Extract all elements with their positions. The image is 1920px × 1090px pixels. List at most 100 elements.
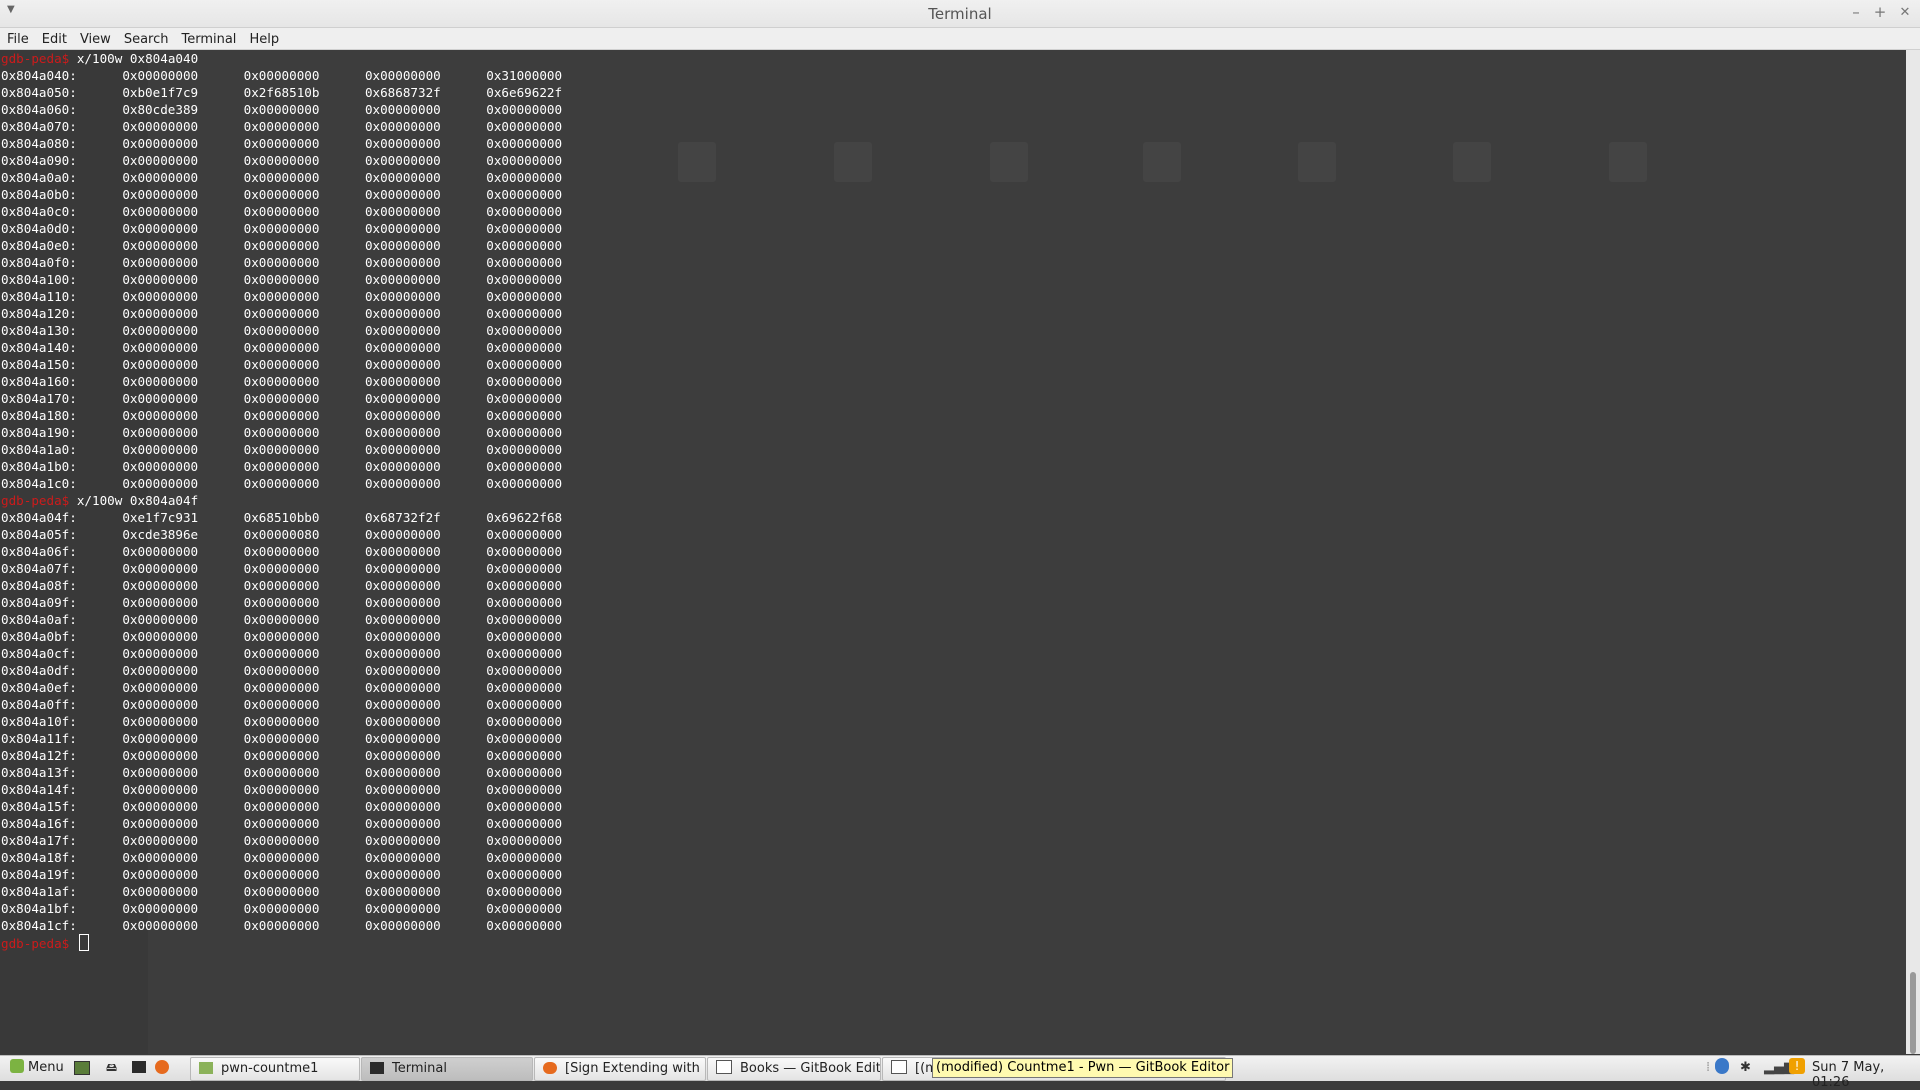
active-command-line: gdb-peda$: [1, 934, 562, 952]
memory-row: 0x804a07f: 0x00000000 0x00000000 0x00000…: [1, 561, 563, 576]
memory-row: 0x804a14f: 0x00000000 0x00000000 0x00000…: [1, 782, 563, 797]
menu-terminal[interactable]: Terminal: [174, 30, 242, 47]
show-desktop-icon[interactable]: [74, 1057, 92, 1079]
memory-row: 0x804a100: 0x00000000 0x00000000 0x00000…: [1, 272, 563, 287]
window-title: Terminal: [928, 5, 992, 23]
clock[interactable]: Sun 7 May, 01:26: [1812, 1060, 1920, 1090]
gdb-prompt: gdb-peda$: [1, 936, 70, 951]
memory-row: 0x804a0df: 0x00000000 0x00000000 0x00000…: [1, 663, 563, 678]
memory-row: 0x804a050: 0xb0e1f7c9 0x2f68510b 0x68687…: [1, 85, 563, 100]
memory-row: 0x804a040: 0x00000000 0x00000000 0x00000…: [1, 68, 563, 83]
memory-row: 0x804a140: 0x00000000 0x00000000 0x00000…: [1, 340, 563, 355]
memory-row: 0x804a170: 0x00000000 0x00000000 0x00000…: [1, 391, 563, 406]
command-line: gdb-peda$ x/100w 0x804a04f: [1, 492, 562, 509]
memory-row: 0x804a0b0: 0x00000000 0x00000000 0x00000…: [1, 187, 563, 202]
memory-row: 0x804a1b0: 0x00000000 0x00000000 0x00000…: [1, 459, 563, 474]
menubar: File Edit View Search Terminal Help: [0, 28, 1920, 50]
menu-view[interactable]: View: [73, 30, 117, 47]
tray-separator: ⁞: [1706, 1060, 1711, 1075]
memory-row: 0x804a080: 0x00000000 0x00000000 0x00000…: [1, 136, 563, 151]
text-cursor[interactable]: [78, 934, 89, 951]
window-icon: [716, 1060, 732, 1074]
start-menu-button[interactable]: Menu: [4, 1057, 68, 1079]
memory-row: 0x804a1bf: 0x00000000 0x00000000 0x00000…: [1, 901, 563, 916]
menu-file[interactable]: File: [0, 30, 35, 47]
memory-row: 0x804a190: 0x00000000 0x00000000 0x00000…: [1, 425, 563, 440]
memory-row: 0x804a1af: 0x00000000 0x00000000 0x00000…: [1, 884, 563, 899]
memory-row: 0x804a17f: 0x00000000 0x00000000 0x00000…: [1, 833, 563, 848]
memory-row: 0x804a04f: 0xe1f7c931 0x68510bb0 0x68732…: [1, 510, 563, 525]
memory-row: 0x804a0d0: 0x00000000 0x00000000 0x00000…: [1, 221, 563, 236]
menu-help[interactable]: Help: [242, 30, 285, 47]
menu-search[interactable]: Search: [117, 30, 175, 47]
menu-edit[interactable]: Edit: [35, 30, 73, 47]
memory-dump-1: 0x804a040: 0x00000000 0x00000000 0x00000…: [1, 67, 562, 492]
memory-row: 0x804a0a0: 0x00000000 0x00000000 0x00000…: [1, 170, 563, 185]
terminal-output: gdb-peda$ x/100w 0x804a040 0x804a040: 0x0…: [1, 50, 562, 952]
window-icon: [891, 1060, 907, 1074]
memory-row: 0x804a120: 0x00000000 0x00000000 0x00000…: [1, 306, 563, 321]
window-titlebar[interactable]: ▼ Terminal – + ✕: [0, 0, 1920, 28]
taskbar-window-gitbook-books[interactable]: Books — GitBook Editor: [707, 1057, 881, 1081]
background-file-icon: [1453, 142, 1491, 182]
memory-row: 0x804a12f: 0x00000000 0x00000000 0x00000…: [1, 748, 563, 763]
memory-row: 0x804a130: 0x00000000 0x00000000 0x00000…: [1, 323, 563, 338]
memory-row: 0x804a180: 0x00000000 0x00000000 0x00000…: [1, 408, 563, 423]
browser-icon: [543, 1062, 557, 1074]
background-file-icon: [834, 142, 872, 182]
window-title-tooltip: (modified) Countme1 - Pwn — GitBook Edit…: [932, 1058, 1234, 1078]
memory-row: 0x804a0f0: 0x00000000 0x00000000 0x00000…: [1, 255, 563, 270]
taskbar-window-pwn-countme1[interactable]: pwn-countme1: [190, 1057, 360, 1081]
memory-row: 0x804a0c0: 0x00000000 0x00000000 0x00000…: [1, 204, 563, 219]
bluetooth-icon[interactable]: ✱: [1740, 1060, 1751, 1075]
terminal-launcher-icon[interactable]: [132, 1057, 152, 1079]
memory-row: 0x804a19f: 0x00000000 0x00000000 0x00000…: [1, 867, 563, 882]
memory-row: 0x804a0ff: 0x00000000 0x00000000 0x00000…: [1, 697, 563, 712]
memory-row: 0x804a070: 0x00000000 0x00000000 0x00000…: [1, 119, 563, 134]
memory-dump-2: 0x804a04f: 0xe1f7c931 0x68510bb0 0x68732…: [1, 509, 562, 934]
memory-row: 0x804a0ef: 0x00000000 0x00000000 0x00000…: [1, 680, 563, 695]
menu-label: Menu: [28, 1060, 64, 1075]
memory-row: 0x804a1c0: 0x00000000 0x00000000 0x00000…: [1, 476, 563, 491]
gdb-prompt: gdb-peda$: [1, 493, 70, 508]
close-icon[interactable]: ✕: [1895, 5, 1915, 20]
command-text: x/100w 0x804a04f: [76, 493, 199, 508]
gdb-prompt: gdb-peda$: [1, 51, 70, 66]
file-manager-launcher-icon[interactable]: 🖴: [106, 1057, 128, 1079]
mint-logo-icon: [10, 1059, 24, 1073]
memory-row: 0x804a15f: 0x00000000 0x00000000 0x00000…: [1, 799, 563, 814]
taskbar-window-terminal[interactable]: Terminal: [361, 1057, 533, 1081]
shield-icon[interactable]: [1715, 1058, 1729, 1078]
background-file-icon: [1298, 142, 1336, 182]
scrollbar-thumb[interactable]: [1910, 972, 1916, 1054]
taskbar-window-browser[interactable]: [Sign Extending with ...: [534, 1057, 706, 1081]
background-file-icon: [678, 142, 716, 182]
background-file-icon: [990, 142, 1028, 182]
memory-row: 0x804a05f: 0xcde3896e 0x00000080 0x00000…: [1, 527, 563, 542]
alert-icon[interactable]: !: [1789, 1058, 1805, 1074]
memory-row: 0x804a08f: 0x00000000 0x00000000 0x00000…: [1, 578, 563, 593]
taskbar-window-label: pwn-countme1: [221, 1061, 319, 1076]
background-file-icon: [1609, 142, 1647, 182]
terminal-area[interactable]: gdb-peda$ x/100w 0x804a040 0x804a040: 0x0…: [0, 50, 1906, 1054]
folder-icon: [199, 1062, 213, 1074]
taskbar-window-label: [Sign Extending with ...: [565, 1061, 706, 1076]
taskbar-window-label: Terminal: [392, 1061, 447, 1076]
memory-row: 0x804a150: 0x00000000 0x00000000 0x00000…: [1, 357, 563, 372]
maximize-icon[interactable]: +: [1870, 3, 1890, 21]
memory-row: 0x804a1cf: 0x00000000 0x00000000 0x00000…: [1, 918, 563, 933]
memory-row: 0x804a090: 0x00000000 0x00000000 0x00000…: [1, 153, 563, 168]
memory-row: 0x804a110: 0x00000000 0x00000000 0x00000…: [1, 289, 563, 304]
terminal-icon: [370, 1062, 384, 1074]
command-text: x/100w 0x804a040: [76, 51, 199, 66]
firefox-launcher-icon[interactable]: [155, 1057, 175, 1079]
command-line: gdb-peda$ x/100w 0x804a040: [1, 50, 562, 67]
memory-row: 0x804a0cf: 0x00000000 0x00000000 0x00000…: [1, 646, 563, 661]
minimize-icon[interactable]: –: [1846, 3, 1866, 21]
memory-row: 0x804a0e0: 0x00000000 0x00000000 0x00000…: [1, 238, 563, 253]
memory-row: 0x804a11f: 0x00000000 0x00000000 0x00000…: [1, 731, 563, 746]
memory-row: 0x804a0af: 0x00000000 0x00000000 0x00000…: [1, 612, 563, 627]
terminal-scrollbar[interactable]: [1906, 50, 1920, 1054]
memory-row: 0x804a13f: 0x00000000 0x00000000 0x00000…: [1, 765, 563, 780]
memory-row: 0x804a060: 0x80cde389 0x00000000 0x00000…: [1, 102, 563, 117]
